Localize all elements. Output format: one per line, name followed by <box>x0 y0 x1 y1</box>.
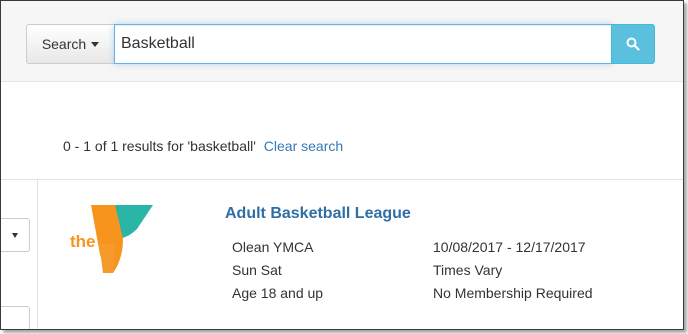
program-title-link[interactable]: Adult Basketball League <box>225 205 411 223</box>
program-membership: No Membership Required <box>433 285 593 301</box>
program-age: Age 18 and up <box>232 285 324 301</box>
program-times: Times Vary <box>433 262 503 278</box>
ymca-logo-orange-stem <box>99 243 115 273</box>
search-type-dropdown[interactable]: Search <box>26 24 114 64</box>
program-location: Olean YMCA <box>232 239 314 255</box>
ymca-logo: the <box>70 205 153 273</box>
search-group: Search <box>26 24 655 64</box>
caret-down-icon <box>12 232 18 238</box>
browser-viewport: Search 0 - 1 of 1 results for 'basketbal… <box>0 0 684 330</box>
filter-dropdown[interactable] <box>1 218 30 252</box>
search-input[interactable] <box>114 24 611 64</box>
filter-field[interactable] <box>1 306 30 329</box>
clear-search-link[interactable]: Clear search <box>264 138 343 154</box>
caret-down-icon <box>91 41 100 47</box>
filter-sidebar <box>1 180 38 329</box>
search-type-label: Search <box>41 36 87 52</box>
search-button[interactable] <box>611 24 655 64</box>
results-count-text: 0 - 1 of 1 results for 'basketball' <box>63 138 256 154</box>
ymca-logo-the-text: the <box>70 232 96 251</box>
program-days: Sun Sat <box>232 262 282 278</box>
results-summary: 0 - 1 of 1 results for 'basketball' Clea… <box>63 138 343 154</box>
divider <box>1 179 683 180</box>
search-icon <box>626 37 640 51</box>
search-bar-region: Search <box>1 1 683 82</box>
program-dates: 10/08/2017 - 12/17/2017 <box>433 239 586 255</box>
